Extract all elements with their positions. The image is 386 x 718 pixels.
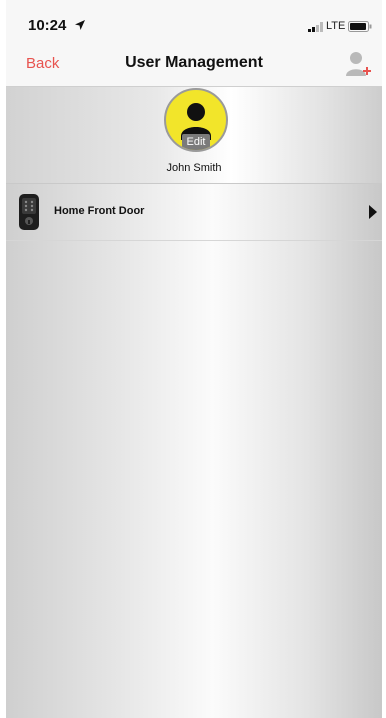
phone-screen: 10:24 LTE Back User Management Edit John… bbox=[6, 0, 382, 718]
navigation-bar: Back User Management bbox=[6, 42, 382, 87]
status-time: 10:24 bbox=[28, 17, 67, 34]
chevron-right-icon bbox=[369, 205, 377, 219]
status-bar: 10:24 LTE bbox=[6, 0, 382, 42]
list-item-lock[interactable]: Home Front Door bbox=[6, 184, 382, 241]
user-name: John Smith bbox=[166, 162, 222, 174]
lock-name: Home Front Door bbox=[54, 205, 145, 217]
smart-lock-icon bbox=[19, 194, 39, 230]
signal-icon bbox=[308, 22, 323, 32]
avatar[interactable]: Edit bbox=[164, 88, 228, 152]
lock-list: Home Front Door bbox=[6, 184, 382, 718]
network-label: LTE bbox=[326, 20, 346, 32]
user-profile-header: Edit John Smith bbox=[6, 87, 382, 184]
back-button[interactable]: Back bbox=[26, 55, 59, 72]
battery-icon bbox=[348, 21, 372, 32]
location-arrow-icon bbox=[75, 20, 85, 30]
add-user-icon[interactable] bbox=[344, 50, 372, 78]
edit-avatar-button[interactable]: Edit bbox=[182, 134, 210, 150]
page-title: User Management bbox=[125, 54, 263, 71]
